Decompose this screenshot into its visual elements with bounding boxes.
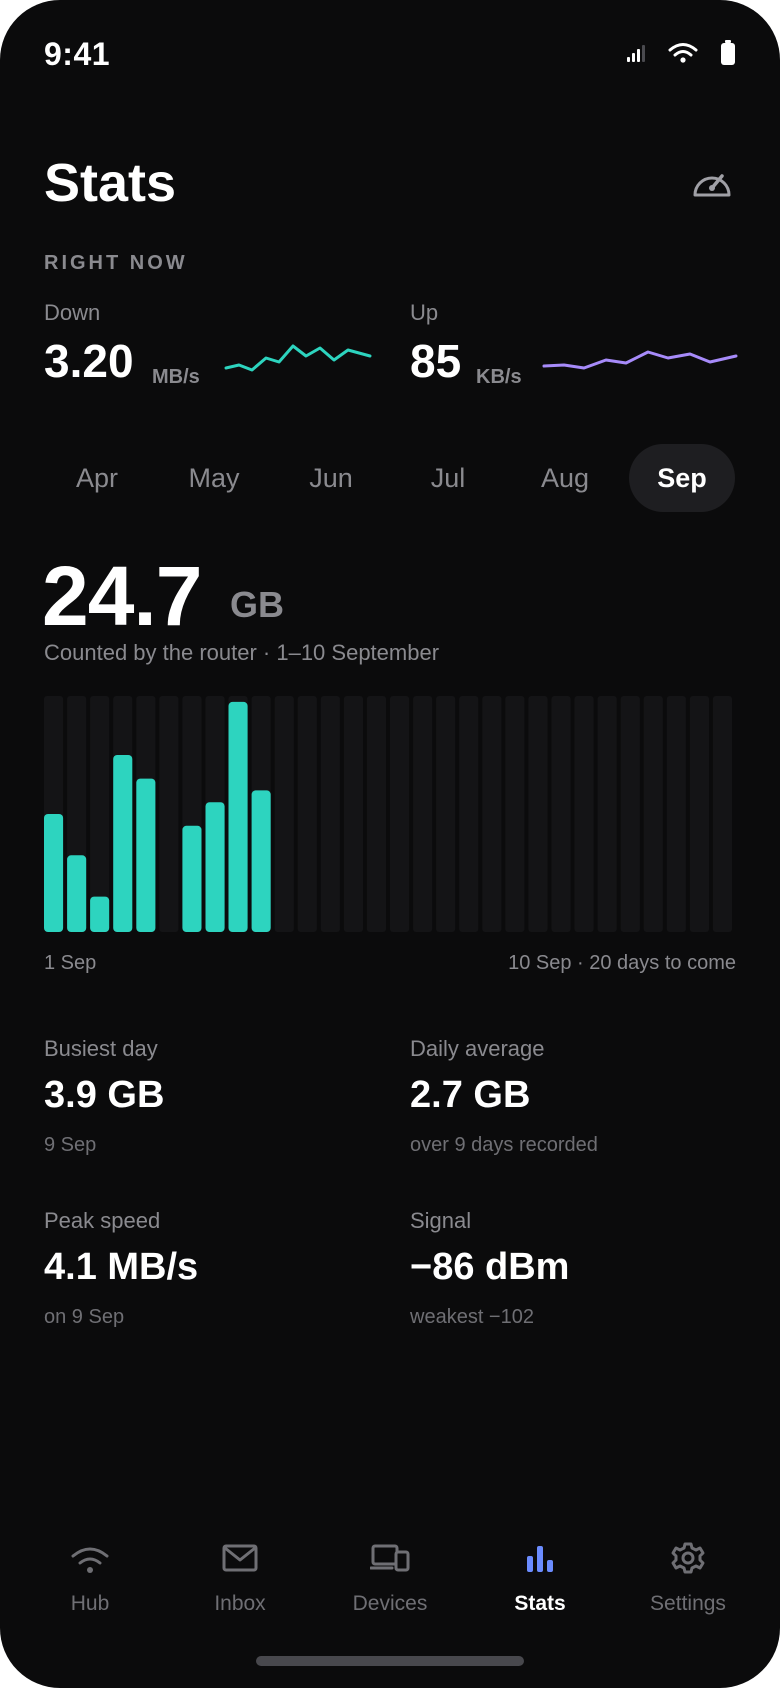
month-tab-jul[interactable]: Jul: [395, 444, 501, 512]
chart-slot-bg: [436, 696, 456, 932]
wifi-icon: [71, 1547, 109, 1573]
month-tab-sep[interactable]: Sep: [629, 444, 735, 512]
chart-slot-bg: [620, 696, 640, 932]
chart-bar-7-sep[interactable]: [182, 825, 202, 932]
tab-devices-label: Devices: [352, 1592, 428, 1615]
tab-hub-label: Hub: [70, 1592, 110, 1615]
devices-icon: [370, 1544, 410, 1572]
busiest-day-label: Busiest day: [44, 1036, 158, 1061]
tab-settings-label: Settings: [650, 1592, 726, 1615]
peak-speed-stat: Peak speed 4.1 MB/s on 9 Sep: [44, 1208, 384, 1329]
busiest-day-sub: 9 Sep: [44, 1134, 97, 1156]
tab-hub[interactable]: Hub: [15, 1538, 165, 1616]
chart-slot-bg: [666, 696, 686, 932]
daily-average-stat: Daily average 2.7 GB over 9 days recorde…: [410, 1036, 750, 1157]
battery-icon: [721, 40, 735, 65]
signal-stat: Signal −86 dBm weakest −102: [410, 1208, 750, 1329]
upload-unit: KB/s: [476, 366, 522, 388]
chart-slot-bg: [597, 696, 617, 932]
download-value: 3.20: [44, 335, 134, 387]
usage-unit: GB: [230, 584, 284, 625]
peak-speed-sub: on 9 Sep: [44, 1306, 125, 1328]
month-tab-apr[interactable]: Apr: [44, 444, 150, 512]
status-icons: [626, 40, 736, 66]
tab-inbox-label: Inbox: [214, 1592, 266, 1615]
status-time: 9:41: [44, 36, 111, 72]
chart-slot-bg: [459, 696, 479, 932]
month-selector: Apr May Jun Jul Aug Sep: [44, 444, 736, 512]
speedometer-icon[interactable]: [690, 164, 734, 200]
chart-start-label: 1 Sep: [44, 952, 97, 974]
tab-inbox[interactable]: Inbox: [165, 1538, 315, 1616]
chart-slot-bg: [159, 696, 179, 932]
upload-speed: Up 85 KB/s: [410, 300, 750, 390]
tab-stats[interactable]: Stats: [465, 1538, 615, 1616]
chart-bar-10-sep[interactable]: [251, 790, 271, 932]
daily-average-value: 2.7 GB: [410, 1074, 531, 1116]
chart-end-label: 10 Sep · 20 days to come: [508, 952, 736, 974]
upload-label: Up: [410, 300, 439, 325]
upload-sparkline: [542, 350, 738, 370]
chart-bar-8-sep[interactable]: [205, 802, 225, 932]
chart-slot-bg: [413, 696, 433, 932]
chart-bar-3-sep[interactable]: [90, 896, 110, 932]
chart-slot-bg: [90, 696, 110, 932]
chart-slot-bg: [343, 696, 363, 932]
chart-bar-1-sep[interactable]: [44, 814, 64, 932]
month-tab-may[interactable]: May: [161, 444, 267, 512]
mail-icon: [222, 1544, 258, 1572]
tab-settings[interactable]: Settings: [613, 1538, 763, 1616]
usage-total: 24.7: [42, 549, 202, 643]
home-indicator[interactable]: [256, 1656, 524, 1666]
chart-bar-5-sep[interactable]: [136, 778, 156, 932]
chart-slot-bg: [297, 696, 317, 932]
wifi-icon: [668, 43, 698, 63]
chart-slot-bg: [482, 696, 502, 932]
peak-speed-label: Peak speed: [44, 1208, 161, 1233]
tab-devices[interactable]: Devices: [315, 1538, 465, 1616]
chart-slot-bg: [574, 696, 594, 932]
chart-slot-bg: [320, 696, 340, 932]
download-label: Down: [44, 300, 101, 325]
chart-bar-4-sep[interactable]: [113, 755, 133, 932]
chart-slot-bg: [643, 696, 663, 932]
upload-value: 85: [410, 335, 462, 387]
chart-slot-bg: [551, 696, 571, 932]
daily-average-label: Daily average: [410, 1036, 545, 1061]
daily-average-sub: over 9 days recorded: [410, 1134, 598, 1156]
download-speed: Down 3.20 MB/s: [44, 300, 384, 390]
chart-slot-bg: [528, 696, 548, 932]
chart-bar-2-sep[interactable]: [67, 855, 87, 932]
busiest-day-value: 3.9 GB: [44, 1074, 165, 1116]
bar-chart-icon: [527, 1546, 553, 1572]
chart-slot-bg: [712, 696, 732, 932]
chart-slot-bg: [689, 696, 709, 932]
signal-sub: weakest −102: [410, 1306, 534, 1328]
tab-stats-label: Stats: [514, 1592, 566, 1615]
chart-bar-9-sep[interactable]: [228, 701, 248, 932]
signal-icon: [627, 45, 645, 62]
right-now-label: RIGHT NOW: [44, 252, 188, 274]
download-sparkline: [224, 344, 372, 372]
download-unit: MB/s: [152, 366, 200, 388]
signal-value: −86 dBm: [410, 1246, 570, 1288]
month-tab-jun[interactable]: Jun: [278, 444, 384, 512]
phone-screen: 9:41 Stats RIGHT NOW Down 3.20 MB/s Up 8…: [0, 0, 780, 1688]
signal-label: Signal: [410, 1208, 472, 1233]
peak-speed-value: 4.1 MB/s: [44, 1246, 199, 1288]
gear-icon: [671, 1542, 705, 1574]
usage-caption: Counted by the router · 1–10 September: [44, 640, 440, 665]
chart-slot-bg: [390, 696, 410, 932]
chart-slot-bg: [366, 696, 386, 932]
busiest-day-stat: Busiest day 3.9 GB 9 Sep: [44, 1036, 384, 1157]
month-tab-aug[interactable]: Aug: [512, 444, 618, 512]
page-title: Stats: [44, 153, 177, 213]
daily-usage-chart: [44, 696, 732, 932]
chart-slot-bg: [274, 696, 294, 932]
chart-slot-bg: [505, 696, 525, 932]
